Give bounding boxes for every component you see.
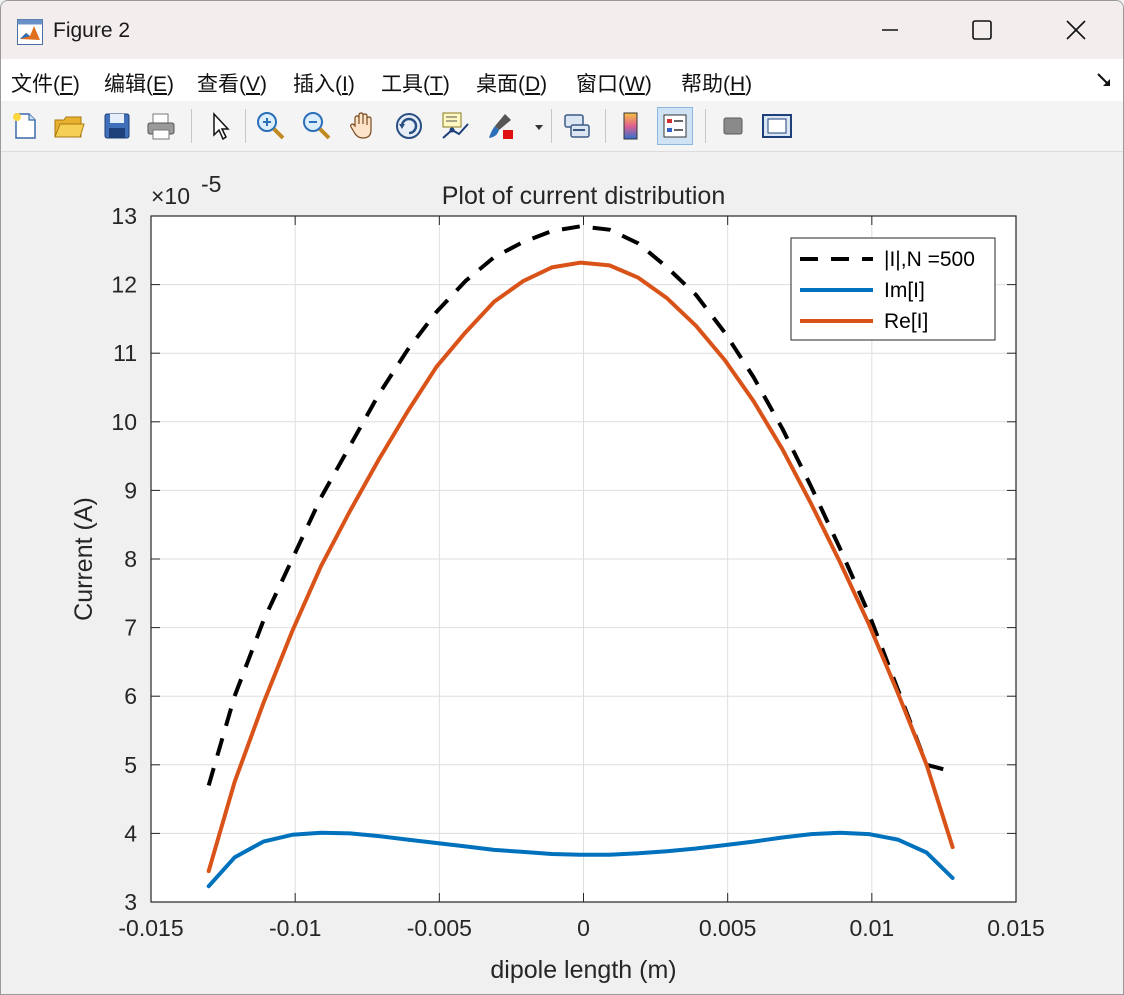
maximize-icon [972,20,992,40]
legend-icon [663,114,687,138]
toolbar-separator [551,109,552,143]
x-tick-label: 0.015 [987,915,1045,941]
hide-plot-tools-button[interactable] [715,107,751,145]
zoom-out-button[interactable] [299,107,335,145]
figure-window: Figure 2 文件(F) 编辑(E) 查看(V) 插入(I) 工具(T) 桌… [0,0,1124,995]
show-plot-tools-icon [762,114,792,138]
y-tick-label: 6 [124,683,137,709]
figure-canvas[interactable]: -0.015 -0.01 -0.005 0 0.005 0.01 0.015 3 4 5 6 7 8 9 1… [1,152,1123,994]
brush-dropdown-icon[interactable] [533,122,545,132]
print-icon [147,113,175,140]
menu-insert[interactable]: 插入(I) [293,68,355,98]
window-title: Figure 2 [53,19,131,42]
x-axis-label: dipole length (m) [490,956,676,984]
new-figure-button[interactable] [7,107,43,145]
maximize-button[interactable] [959,9,1005,51]
hide-plot-tools-icon [723,117,743,135]
y-tick-label: 10 [111,409,137,435]
menu-tools[interactable]: 工具(T) [381,68,450,98]
matlab-icon [17,19,43,45]
pan-hand-icon [350,112,372,139]
colorbar-button[interactable] [613,107,649,145]
figure-toolbar [1,101,1123,152]
y-tick-label: 4 [124,820,137,846]
save-button[interactable] [99,107,135,145]
menu-window[interactable]: 窗口(W) [576,68,652,98]
y-tick-label: 7 [124,615,137,641]
rotate-3d-button[interactable] [391,107,427,145]
y-tick-label: 9 [124,477,137,503]
toolbar-separator [705,109,706,143]
zoom-out-icon [303,112,331,140]
link-plot-icon [564,114,590,138]
menu-edit[interactable]: 编辑(E) [104,68,174,98]
zoom-in-button[interactable] [253,107,289,145]
x-tick-label: 0.005 [699,915,757,941]
brush-button[interactable] [483,107,519,145]
y-exponent-power: -5 [201,171,221,197]
link-plot-button[interactable] [559,107,595,145]
rotate-3d-icon [396,113,422,139]
toolbar-separator [605,109,606,143]
x-tick-label: 0 [577,915,590,941]
y-tick-label: 11 [113,340,137,366]
y-axis-label: Current (A) [70,497,98,621]
data-cursor-icon [442,112,469,139]
dock-figure-icon[interactable] [1095,71,1113,89]
brush-icon [489,114,513,139]
toolbar-separator [191,109,192,143]
y-tick-label: 5 [124,752,137,778]
zoom-in-icon [257,112,285,140]
chart-title: Plot of current distribution [442,182,725,210]
y-tick-label: 13 [111,203,137,229]
menu-help[interactable]: 帮助(H) [681,68,752,98]
colorbar-icon [623,112,638,140]
title-bar[interactable]: Figure 2 [1,1,1123,59]
legend-label-0: |I|,N =500 [884,248,975,271]
x-tick-label: 0.01 [849,915,894,941]
close-button[interactable] [1053,9,1099,51]
plot-svg[interactable]: -0.015 -0.01 -0.005 0 0.005 0.01 0.015 3 4 5 6 7 8 9 1… [1,152,1123,994]
new-figure-icon [13,113,36,139]
minimize-icon [882,29,898,31]
menu-desktop[interactable]: 桌面(D) [476,68,547,98]
show-plot-tools-button[interactable] [759,107,795,145]
y-exponent-label: ×10 [151,183,190,209]
data-cursor-button[interactable] [437,107,473,145]
x-tick-label: -0.005 [407,915,472,941]
toolbar-separator [245,109,246,143]
menu-bar: 文件(F) 编辑(E) 查看(V) 插入(I) 工具(T) 桌面(D) 窗口(W… [1,59,1123,101]
menu-file[interactable]: 文件(F) [11,68,80,98]
y-tick-label: 12 [111,272,137,298]
open-file-icon [54,116,85,138]
pointer-button[interactable] [201,107,237,145]
y-tick-label: 8 [124,546,137,572]
close-icon [1066,20,1086,40]
minimize-button[interactable] [867,9,913,51]
open-file-button[interactable] [51,107,87,145]
print-button[interactable] [143,107,179,145]
legend-label-2: Re[I] [884,310,928,333]
legend-button[interactable] [657,107,693,145]
save-icon [104,113,130,139]
x-tick-label: -0.01 [269,915,321,941]
y-tick-label: 3 [124,889,137,915]
menu-view[interactable]: 查看(V) [197,68,267,98]
legend-label-1: Im[I] [884,279,925,302]
x-tick-label: -0.015 [118,915,183,941]
pan-button[interactable] [345,107,381,145]
pointer-icon [213,112,230,141]
